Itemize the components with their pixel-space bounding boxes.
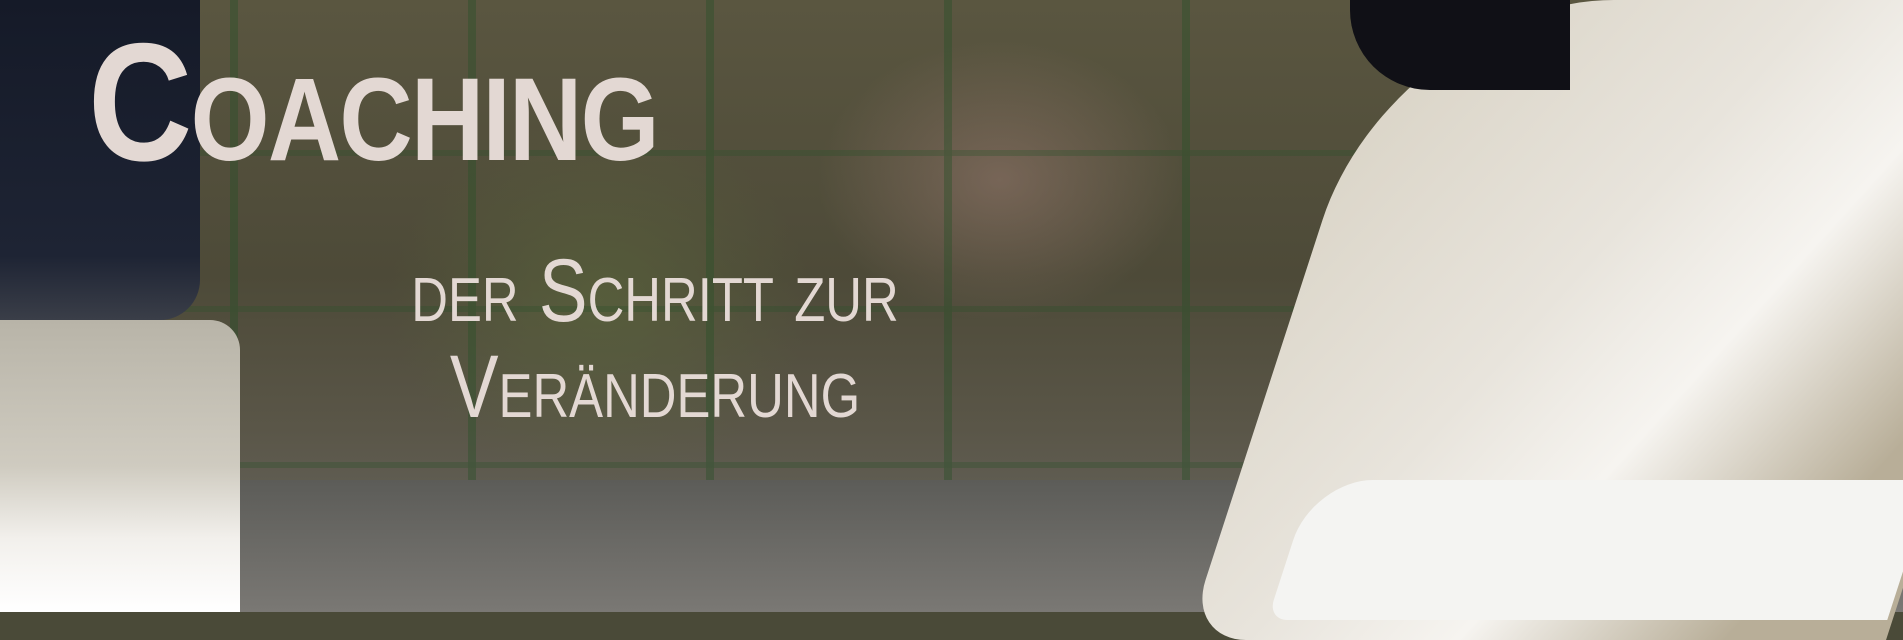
banner-title: Coaching	[88, 8, 660, 196]
banner-subtitle-line1: der Schritt zur	[411, 240, 899, 340]
banner-subtitle-line2: Veränderung	[449, 336, 861, 436]
left-shoe	[0, 320, 240, 612]
right-shoe-sole	[1267, 480, 1903, 620]
